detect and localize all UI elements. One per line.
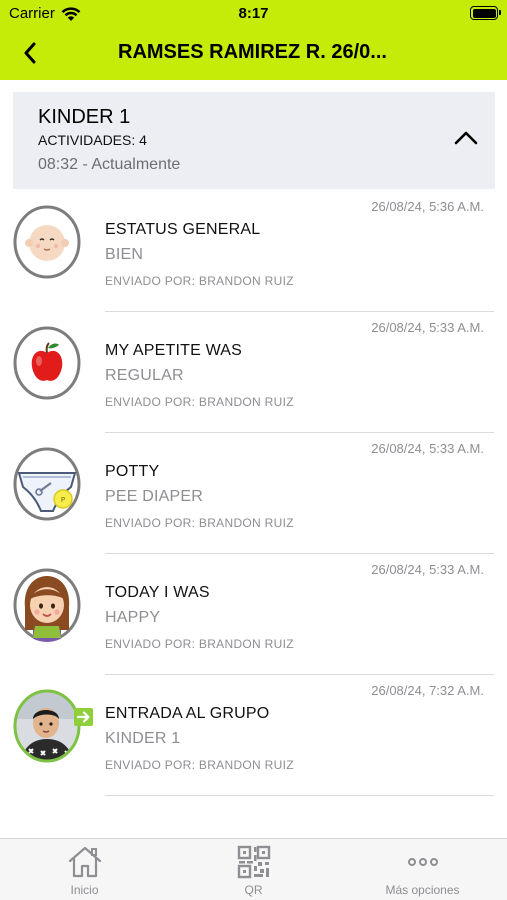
child-photo-avatar <box>13 689 93 763</box>
activity-value: PEE DIAPER <box>105 488 204 505</box>
activity-value: BIEN <box>105 246 144 263</box>
activity-date: 26/08/24, 5:33 A.M. <box>371 562 484 577</box>
baby-face-icon <box>13 205 81 279</box>
activity-item[interactable]: 26/08/24, 5:33 A.M. TODAY I WAS HAPPY EN… <box>0 554 507 675</box>
happy-girl-icon <box>13 568 81 642</box>
activity-date: 26/08/24, 5:36 A.M. <box>371 199 484 214</box>
activity-sender: ENVIADO POR: BRANDON RUIZ <box>105 516 294 530</box>
navigation-bar: RAMSES RAMIREZ R. 26/0... <box>0 28 507 80</box>
back-button[interactable] <box>12 38 48 68</box>
tab-label: Más opciones <box>385 883 460 897</box>
page-title: RAMSES RAMIREZ R. 26/0... <box>118 41 387 63</box>
activity-value: HAPPY <box>105 609 161 626</box>
wifi-icon <box>61 6 81 21</box>
activity-sender: ENVIADO POR: BRANDON RUIZ <box>105 274 294 288</box>
activity-date: 26/08/24, 7:32 A.M. <box>371 683 484 698</box>
chevron-left-icon <box>24 42 36 64</box>
divider <box>105 795 494 796</box>
activity-sender: ENVIADO POR: BRANDON RUIZ <box>105 758 294 772</box>
activity-date: 26/08/24, 5:33 A.M. <box>371 441 484 456</box>
activity-item[interactable]: 26/08/24, 5:33 A.M. MY APETITE WAS REGUL… <box>0 312 507 433</box>
tab-mas-opciones[interactable]: Más opciones <box>338 839 507 900</box>
group-summary-card[interactable]: KINDER 1 ACTIVIDADES: 4 08:32 - Actualme… <box>13 92 495 189</box>
more-options-icon <box>407 858 438 866</box>
activities-count: ACTIVIDADES: 4 <box>38 132 147 148</box>
activity-item[interactable]: 26/08/24, 5:36 A.M. ESTATUS GENERAL BIEN… <box>0 191 507 312</box>
app-header: Carrier 8:17 RAMSES RAMIREZ R. 26/0... <box>0 0 507 80</box>
activity-item[interactable]: 26/08/24, 7:32 A.M. ENTRADA AL GRUPO KIN… <box>0 675 507 796</box>
tab-inicio[interactable]: Inicio <box>0 839 169 900</box>
tab-qr[interactable]: QR <box>169 839 338 900</box>
qr-code-icon <box>237 845 270 879</box>
activity-title: POTTY <box>105 463 160 480</box>
tab-label: QR <box>244 883 263 897</box>
tab-bar: Inicio QR Más opciones <box>0 838 507 900</box>
activity-title: ENTRADA AL GRUPO <box>105 705 270 722</box>
chevron-up-icon[interactable] <box>452 128 480 148</box>
home-icon <box>68 846 101 878</box>
group-name: KINDER 1 <box>38 106 131 128</box>
status-bar: Carrier 8:17 <box>0 0 507 28</box>
diaper-icon: P <box>13 447 81 521</box>
activity-title: ESTATUS GENERAL <box>105 221 261 238</box>
activity-sender: ENVIADO POR: BRANDON RUIZ <box>105 395 294 409</box>
carrier-indicator: Carrier <box>9 5 81 22</box>
activity-title: MY APETITE WAS <box>105 342 243 359</box>
activity-value: KINDER 1 <box>105 730 181 747</box>
carrier-label: Carrier <box>9 5 55 22</box>
tab-label: Inicio <box>70 883 99 897</box>
activity-value: REGULAR <box>105 367 184 384</box>
svg-text:P: P <box>61 496 65 504</box>
battery-icon <box>470 6 501 20</box>
activity-item[interactable]: P 26/08/24, 5:33 A.M. POTTY PEE DIAPER E… <box>0 433 507 554</box>
activity-sender: ENVIADO POR: BRANDON RUIZ <box>105 637 294 651</box>
apple-icon <box>13 326 81 400</box>
activity-date: 26/08/24, 5:33 A.M. <box>371 320 484 335</box>
activity-title: TODAY I WAS <box>105 584 210 601</box>
group-time-range: 08:32 - Actualmente <box>38 156 181 173</box>
